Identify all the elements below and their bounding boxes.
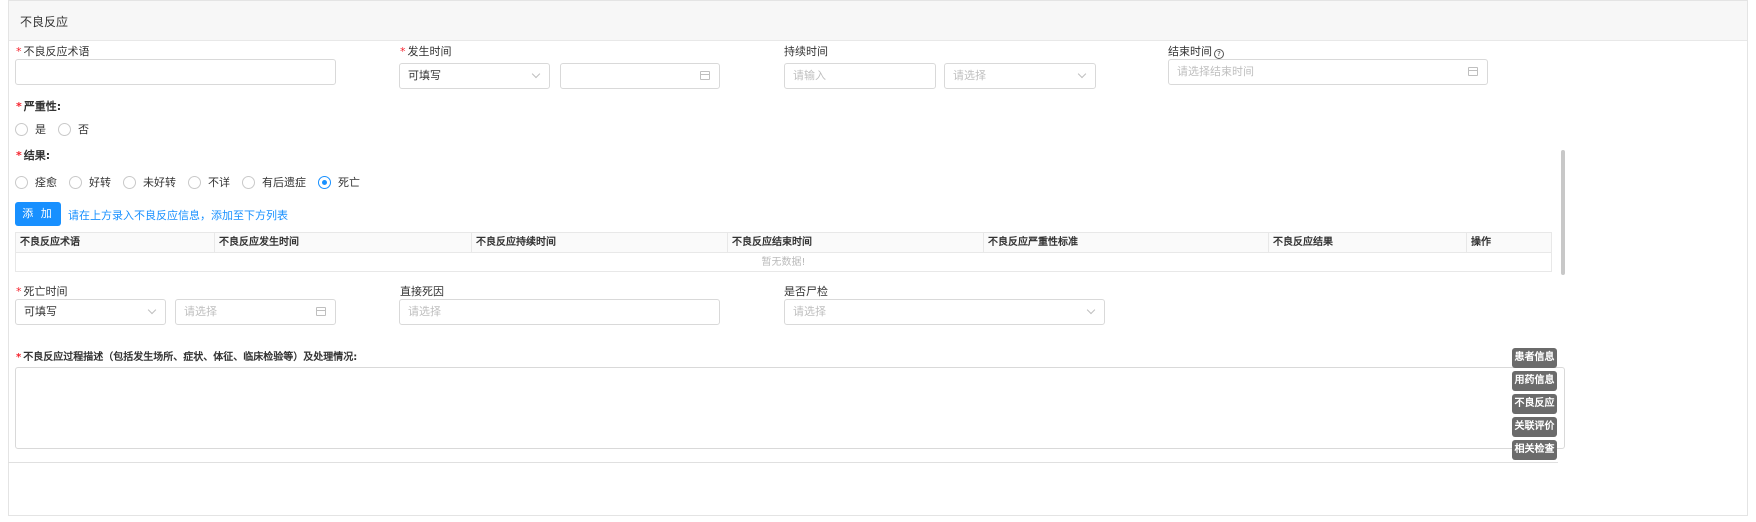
description-label: * 不良反应过程描述（包括发生场所、症状、体征、临床检验等）及处理情况: [16, 348, 357, 363]
calendar-icon [700, 71, 710, 80]
outcome-option-sequelae[interactable]: 有后遗症 [242, 174, 306, 190]
outcome-option-death[interactable]: 死亡 [318, 174, 360, 190]
calendar-icon [316, 307, 326, 316]
required-mark: * [400, 45, 406, 58]
chevron-down-icon [1077, 69, 1087, 79]
duration-unit-select[interactable]: 请选择 [944, 63, 1096, 89]
radio-circle[interactable] [15, 122, 28, 136]
required-mark: * [16, 149, 22, 162]
severity-option-no[interactable]: 否 [58, 121, 89, 137]
radio-label: 未好转 [143, 176, 176, 189]
radio-label: 不详 [208, 176, 230, 189]
floating-anchor-nav: 患者信息 用药信息 不良反应 关联评价 相关检查 [1512, 348, 1557, 463]
nav-causality-evaluation[interactable]: 关联评价 [1512, 417, 1557, 437]
column-header: 操作 [1471, 237, 1491, 248]
nav-related-exams[interactable]: 相关检查 [1512, 440, 1557, 460]
panel-title: 不良反应 [20, 15, 69, 29]
autopsy-placeholder: 请选择 [793, 305, 826, 318]
radio-label: 是 [35, 123, 46, 136]
column-header: 不良反应持续时间 [472, 233, 728, 252]
radio-label: 否 [78, 123, 89, 136]
autopsy-select[interactable]: 请选择 [784, 299, 1105, 325]
term-label: * 不良反应术语 [16, 43, 90, 59]
radio-label: 痊愈 [35, 176, 57, 189]
adverse-reaction-table: 不良反应术语 不良反应发生时间 不良反应持续时间 不良反应结束时间 不良反应严重… [15, 232, 1552, 272]
radio-circle[interactable] [58, 122, 71, 136]
table-header: 不良反应术语 不良反应发生时间 不良反应持续时间 不良反应结束时间 不良反应严重… [16, 233, 1551, 253]
severity-label: * 严重性: [16, 98, 61, 114]
death-date-placeholder: 请选择 [184, 305, 217, 318]
outcome-option-not-improved[interactable]: 未好转 [123, 174, 176, 190]
duration-label: 持续时间 [784, 45, 828, 58]
death-time-mode-select[interactable]: 可填写 [15, 299, 166, 325]
outcome-option-cured[interactable]: 痊愈 [15, 174, 57, 190]
outcome-option-unknown[interactable]: 不详 [188, 174, 230, 190]
radio-circle[interactable] [15, 175, 28, 189]
end-time-label: 结束时间? [1168, 43, 1224, 59]
outcome-radio-group: 痊愈 好转 未好转 不详 有后遗症 死亡 [15, 174, 372, 190]
description-label-text: 不良反应过程描述（包括发生场所、症状、体征、临床检验等）及处理情况: [23, 352, 358, 363]
outcome-label: * 结果: [16, 147, 50, 163]
radio-label: 有后遗症 [262, 176, 306, 189]
section-divider [8, 462, 1558, 463]
death-cause-label: 直接死因 [400, 285, 444, 298]
column-header: 不良反应发生时间 [215, 233, 472, 252]
nav-patient-info[interactable]: 患者信息 [1512, 348, 1557, 368]
add-button[interactable]: 添 加 [15, 202, 61, 226]
nav-adverse-reaction[interactable]: 不良反应 [1512, 394, 1557, 414]
column-header: 不良反应结果 [1269, 233, 1467, 252]
column-header: 不良反应严重性标准 [984, 233, 1269, 252]
required-mark: * [16, 100, 22, 113]
required-mark: * [16, 45, 22, 58]
add-hint-text: 请在上方录入不良反应信息，添加至下方列表 [68, 209, 288, 222]
death-time-label: * 死亡时间 [16, 283, 68, 299]
duration-input[interactable]: 请输入 [784, 63, 936, 89]
chevron-down-icon [147, 305, 157, 315]
end-time-date-picker[interactable]: 请选择结束时间 [1168, 59, 1488, 85]
occur-time-label-text: 发生时间 [407, 45, 452, 58]
radio-circle[interactable] [123, 175, 136, 189]
required-mark: * [16, 352, 22, 363]
panel-header: 不良反应 [9, 1, 1747, 41]
description-textarea[interactable] [15, 367, 1565, 449]
column-header: 不良反应结束时间 [728, 233, 984, 252]
required-mark: * [16, 285, 22, 298]
outcome-label-text: 结果: [23, 149, 51, 162]
death-time-mode-value: 可填写 [24, 305, 57, 318]
term-label-text: 不良反应术语 [23, 45, 90, 58]
scrollbar-thumb[interactable] [1561, 150, 1565, 275]
question-circle-icon[interactable]: ? [1214, 49, 1224, 59]
radio-label: 好转 [89, 176, 111, 189]
occur-time-date-picker[interactable] [560, 63, 720, 89]
radio-circle[interactable] [242, 175, 255, 189]
occur-time-mode-select[interactable]: 可填写 [399, 63, 550, 89]
severity-option-yes[interactable]: 是 [15, 121, 46, 137]
radio-circle-selected[interactable] [318, 175, 331, 189]
end-time-placeholder: 请选择结束时间 [1177, 65, 1254, 78]
severity-label-text: 严重性: [23, 100, 62, 113]
table-empty-text: 暂无数据! [761, 257, 806, 268]
occur-time-mode-value: 可填写 [408, 69, 441, 82]
death-time-label-text: 死亡时间 [23, 285, 68, 298]
radio-circle[interactable] [69, 175, 82, 189]
radio-label: 死亡 [338, 176, 360, 189]
death-cause-input[interactable]: 请选择 [399, 299, 720, 325]
chevron-down-icon [531, 69, 541, 79]
column-header: 不良反应术语 [16, 233, 215, 252]
death-date-picker[interactable]: 请选择 [175, 299, 336, 325]
severity-radio-group: 是 否 [15, 121, 101, 137]
term-input[interactable] [15, 59, 336, 85]
end-time-label-text: 结束时间 [1168, 45, 1212, 58]
outcome-option-improved[interactable]: 好转 [69, 174, 111, 190]
occur-time-label: * 发生时间 [400, 43, 452, 59]
autopsy-label: 是否尸检 [784, 285, 828, 298]
calendar-icon [1468, 67, 1478, 76]
radio-circle[interactable] [188, 175, 201, 189]
chevron-down-icon [1086, 305, 1096, 315]
duration-unit-placeholder: 请选择 [953, 69, 986, 82]
nav-medication-info[interactable]: 用药信息 [1512, 371, 1557, 391]
